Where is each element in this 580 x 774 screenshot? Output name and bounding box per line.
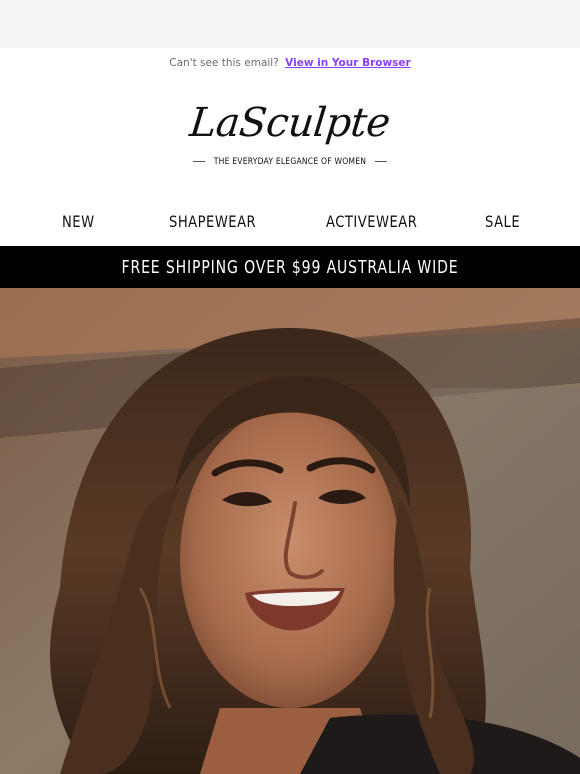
- hero-image[interactable]: [0, 288, 580, 774]
- view-in-browser-link[interactable]: View in Your Browser: [285, 57, 411, 69]
- nav-item-new[interactable]: NEW: [62, 212, 95, 231]
- main-nav: NEW SHAPEWEAR ACTIVEWEAR SALE: [0, 204, 580, 236]
- brand-tagline: THE EVERYDAY ELEGANCE OF WOMEN: [0, 157, 580, 167]
- tagline-dash-right: [375, 161, 388, 162]
- nav-item-sale[interactable]: SALE: [485, 212, 520, 231]
- brand-logo[interactable]: LaSculpte: [0, 100, 580, 146]
- email-body: Can't see this email? View in Your Brows…: [0, 48, 580, 774]
- nav-item-shapewear[interactable]: SHAPEWEAR: [169, 212, 256, 231]
- preheader: Can't see this email? View in Your Brows…: [0, 48, 580, 78]
- preheader-text: Can't see this email?: [169, 57, 279, 69]
- free-shipping-banner[interactable]: FREE SHIPPING OVER $99 AUSTRALIA WIDE: [0, 246, 580, 288]
- hero-photo-illustration: [0, 288, 580, 774]
- nav-item-activewear[interactable]: ACTIVEWEAR: [326, 212, 417, 231]
- logo-text: LaSculpte: [187, 100, 393, 146]
- banner-text: FREE SHIPPING OVER $99 AUSTRALIA WIDE: [121, 257, 459, 278]
- top-background-strip: [0, 0, 580, 48]
- tagline-text: THE EVERYDAY ELEGANCE OF WOMEN: [213, 157, 367, 167]
- tagline-dash-left: [192, 161, 205, 162]
